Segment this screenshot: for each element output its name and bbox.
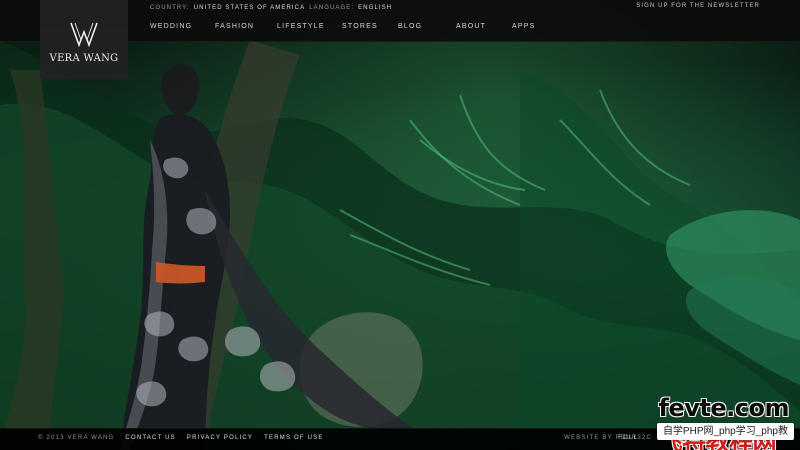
brand-logo[interactable]: VERA WANG [40,0,128,79]
footer-follow-label[interactable]: FOLL [618,435,638,441]
nav-item-stores[interactable]: STORES [342,23,398,30]
footer-bar: © 2013 VERA WANG CONTACT US PRIVACY POLI… [0,428,800,450]
main-navigation: WEDDING FASHION LIFESTYLE STORES BLOG AB… [150,20,552,32]
locale-selector: COUNTRY: UNITED STATES OF AMERICA LANGUA… [150,3,392,13]
nav-item-about[interactable]: ABOUT [456,23,512,30]
brand-wordmark: VERA WANG [49,52,119,64]
copyright-text: © 2013 VERA WANG [38,435,115,441]
vera-wang-homepage: COUNTRY: UNITED STATES OF AMERICA LANGUA… [0,0,800,450]
nav-item-wedding[interactable]: WEDDING [150,23,215,30]
language-label: LANGUAGE: [309,5,355,11]
nav-item-fashion[interactable]: FASHION [215,23,277,30]
newsletter-signup-link[interactable]: SIGN UP FOR THE NEWSLETTER [636,3,760,9]
country-label: COUNTRY: [150,5,190,11]
footer-link-contact-us[interactable]: CONTACT US [125,435,175,441]
nav-item-lifestyle[interactable]: LIFESTYLE [277,23,342,30]
footer-links: © 2013 VERA WANG CONTACT US PRIVACY POLI… [38,435,324,441]
vw-monogram-icon [70,22,98,47]
nav-item-blog[interactable]: BLOG [398,23,456,30]
footer-link-terms-of-use[interactable]: TERMS OF USE [264,435,323,441]
website-credit[interactable]: WEBSITE BY FOUR32C [564,435,652,441]
footer-link-privacy-policy[interactable]: PRIVACY POLICY [187,435,253,441]
country-value[interactable]: UNITED STATES OF AMERICA [194,5,306,11]
language-value[interactable]: ENGLISH [358,5,392,11]
nav-item-apps[interactable]: APPS [512,23,552,30]
